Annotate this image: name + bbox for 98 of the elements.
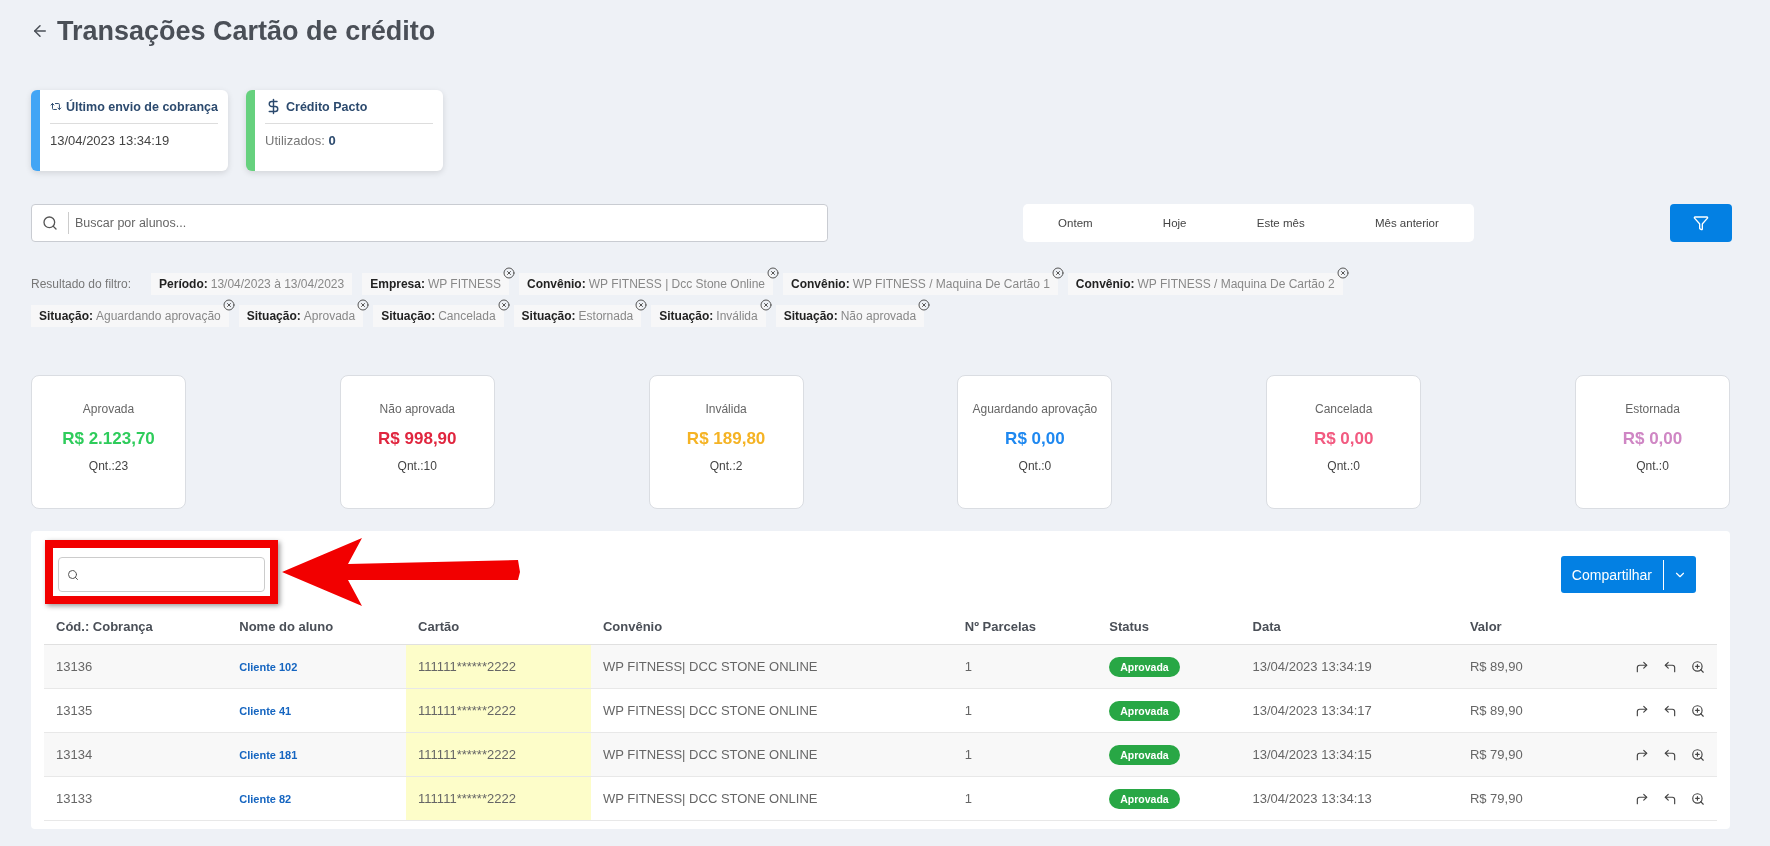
summary-count: Qnt.:2 xyxy=(709,459,743,473)
close-icon[interactable] xyxy=(767,267,779,279)
summary-label: Inválida xyxy=(705,402,747,416)
table-cell: 111111******2222 xyxy=(406,732,591,777)
summary-count: Qnt.:0 xyxy=(1636,459,1669,473)
filter-icon xyxy=(1693,215,1709,231)
card-value: 13/04/2023 13:34:19 xyxy=(50,133,171,148)
status-badge: Aprovada xyxy=(1109,788,1180,809)
table-cell: 1 xyxy=(952,688,1098,733)
summary-amount: R$ 998,90 xyxy=(378,429,457,449)
table-cell: 13/04/2023 13:34:17 xyxy=(1240,688,1458,733)
table-cell: 1 xyxy=(952,644,1098,689)
table-cell: R$ 79,90 xyxy=(1457,732,1575,777)
forward-icon[interactable] xyxy=(1635,659,1649,674)
table-cell: 111111******2222 xyxy=(406,776,591,821)
close-icon[interactable] xyxy=(497,299,510,311)
page-title: Transações Cartão de crédito xyxy=(57,15,436,47)
status-badge: Aprovada xyxy=(1109,656,1180,677)
zoom-in-icon[interactable] xyxy=(1691,747,1705,762)
close-icon[interactable] xyxy=(357,299,370,311)
table-cell: 111111******2222 xyxy=(406,688,591,733)
column-header: Cód.: Cobrança xyxy=(44,611,228,645)
table-search-field[interactable] xyxy=(58,557,265,592)
status-badge: Aprovada xyxy=(1109,744,1180,765)
column-header: Nome do aluno xyxy=(227,611,407,645)
student-link[interactable]: Cliente 102 xyxy=(239,661,298,673)
table-cell: R$ 89,90 xyxy=(1457,644,1575,689)
table-cell: 111111******2222 xyxy=(406,644,591,689)
close-icon[interactable] xyxy=(1051,267,1064,279)
table-cell: R$ 89,90 xyxy=(1457,688,1575,733)
date-filter-option[interactable]: Ontem xyxy=(1052,216,1099,230)
forward-icon[interactable] xyxy=(1635,747,1649,762)
reply-icon[interactable] xyxy=(1663,659,1677,674)
table-cell: 1 xyxy=(952,732,1098,777)
reply-icon[interactable] xyxy=(1663,747,1677,762)
reply-icon[interactable] xyxy=(1663,791,1677,806)
zoom-in-icon[interactable] xyxy=(1691,703,1705,718)
table-cell: R$ 79,90 xyxy=(1457,776,1575,821)
share-button[interactable]: Compartilhar xyxy=(1560,559,1664,590)
filter-chip: Período: 13/04/2023 à 13/04/2023 xyxy=(151,273,353,295)
date-filter-option[interactable]: Este mês xyxy=(1250,216,1311,230)
reply-icon[interactable] xyxy=(1663,703,1677,718)
search-icon xyxy=(42,215,58,231)
close-icon[interactable] xyxy=(503,267,516,279)
summary-amount: R$ 0,00 xyxy=(1005,429,1065,449)
column-header: Data xyxy=(1240,611,1458,645)
table-cell: 13133 xyxy=(44,776,228,821)
date-filter-option[interactable]: Mês anterior xyxy=(1368,216,1445,230)
table-cell: 13135 xyxy=(44,688,228,733)
table-cell: 13/04/2023 13:34:15 xyxy=(1240,732,1458,777)
summary-label: Aguardando aprovação xyxy=(972,402,1098,416)
date-filter-option[interactable]: Hoje xyxy=(1156,216,1193,230)
close-icon[interactable] xyxy=(759,299,772,311)
filter-button[interactable] xyxy=(1670,204,1732,242)
summary-label: Não aprovada xyxy=(379,402,455,416)
close-icon[interactable] xyxy=(635,299,648,311)
summary-amount: R$ 0,00 xyxy=(1622,429,1683,449)
forward-icon[interactable] xyxy=(1635,791,1649,806)
column-header: Convênio xyxy=(590,611,953,645)
table-cell: WP FITNESS| DCC STONE ONLINE xyxy=(590,776,953,821)
card-value: Utilizados: 0 xyxy=(265,133,337,148)
zoom-in-icon[interactable] xyxy=(1691,791,1705,806)
search-icon xyxy=(67,568,79,581)
table-cell: WP FITNESS| DCC STONE ONLINE xyxy=(590,644,953,689)
student-link[interactable]: Cliente 181 xyxy=(239,749,298,761)
summary-label: Cancelada xyxy=(1315,402,1373,416)
filter-result-label: Resultado do filtro: xyxy=(31,277,132,291)
forward-icon[interactable] xyxy=(1635,703,1649,718)
close-icon[interactable] xyxy=(918,299,931,311)
column-header: Valor xyxy=(1457,611,1575,645)
close-icon[interactable] xyxy=(222,299,235,311)
search-field[interactable]: Buscar por alunos... xyxy=(31,204,828,242)
summary-label: Aprovada xyxy=(82,402,135,416)
status-badge: Aprovada xyxy=(1109,700,1180,721)
table-cell: 1 xyxy=(952,776,1098,821)
summary-label: Estornada xyxy=(1625,402,1680,416)
column-header: Status xyxy=(1097,611,1241,645)
card-title: Último envio de cobrança xyxy=(65,99,218,114)
column-header: Cartão xyxy=(406,611,591,645)
card-title: Crédito Pacto xyxy=(286,99,368,114)
summary-count: Qnt.:0 xyxy=(1018,459,1052,473)
student-link[interactable]: Cliente 82 xyxy=(239,793,292,805)
table-cell: WP FITNESS| DCC STONE ONLINE xyxy=(590,732,953,777)
table-cell: 13134 xyxy=(44,732,228,777)
student-link[interactable]: Cliente 41 xyxy=(239,705,292,717)
table-cell: 13/04/2023 13:34:19 xyxy=(1240,644,1458,689)
zoom-in-icon[interactable] xyxy=(1691,659,1705,674)
close-icon[interactable] xyxy=(1336,267,1349,279)
summary-amount: R$ 0,00 xyxy=(1313,429,1374,449)
summary-count: Qnt.:10 xyxy=(397,459,437,473)
summary-count: Qnt.:23 xyxy=(88,459,129,473)
column-header: Nº Parcelas xyxy=(952,611,1098,645)
table-cell: 13/04/2023 13:34:13 xyxy=(1240,776,1458,821)
summary-amount: R$ 2.123,70 xyxy=(62,429,155,449)
summary-count: Qnt.:0 xyxy=(1327,459,1361,473)
table-cell: 13136 xyxy=(44,644,228,689)
table-cell: WP FITNESS| DCC STONE ONLINE xyxy=(590,688,953,733)
summary-amount: R$ 189,80 xyxy=(686,429,766,449)
